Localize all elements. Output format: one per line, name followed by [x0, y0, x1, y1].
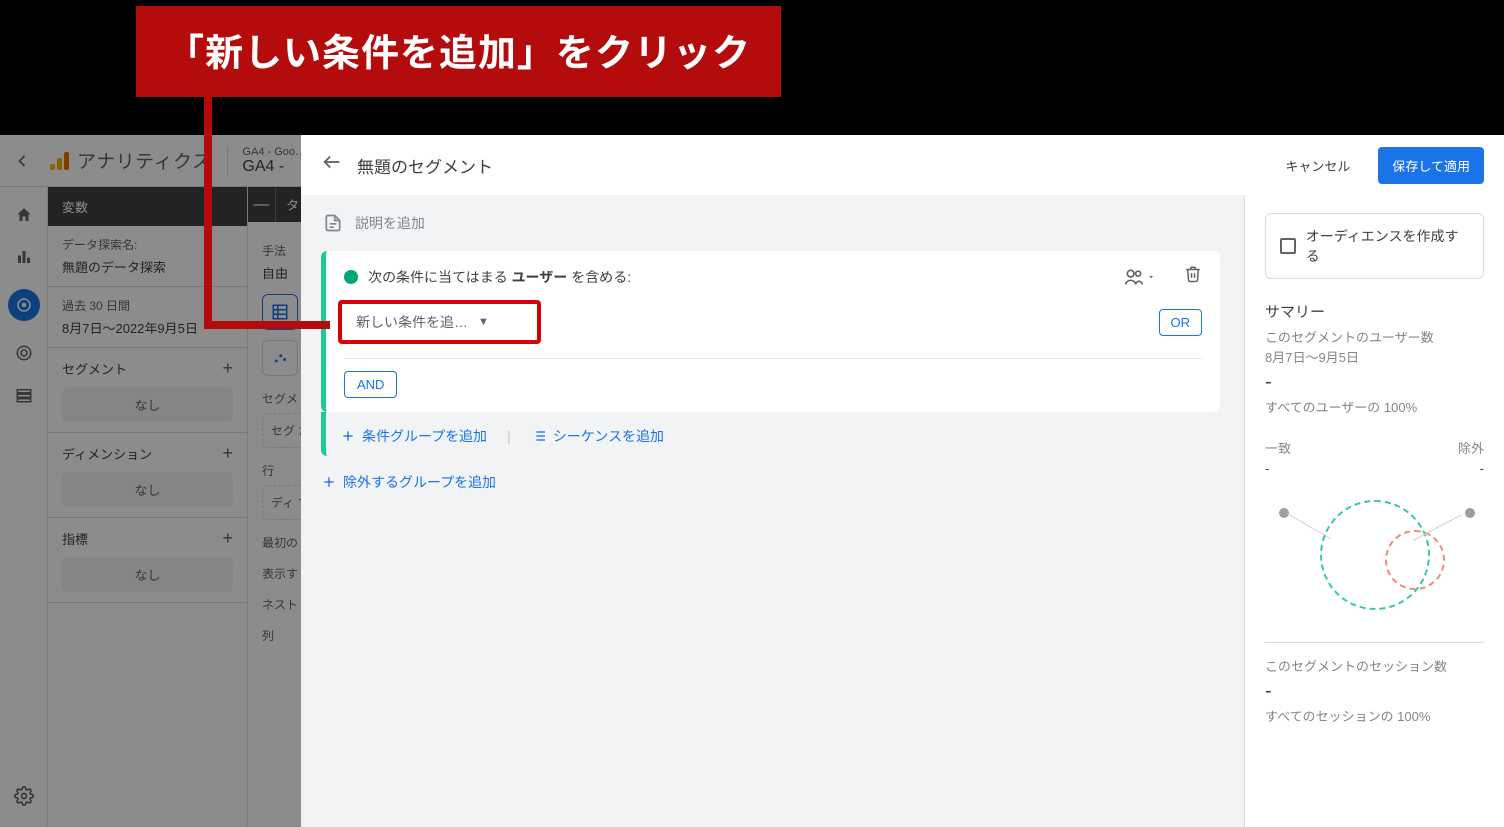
- dimensions-section: ディメンション+ なし: [48, 433, 247, 518]
- segment-builder-body: 説明を追加 次の条件に当てはまる ユーザー を含める:: [301, 195, 1244, 827]
- add-condition-highlight: 新しい条件を追… ▼: [338, 300, 541, 344]
- summary-users-label: このセグメントのユーザー数: [1265, 328, 1484, 348]
- include-label: 次の条件に当てはまる ユーザー を含める:: [368, 267, 631, 287]
- cancel-button[interactable]: キャンセル: [1285, 156, 1350, 175]
- home-icon[interactable]: [14, 205, 34, 225]
- delete-group-icon[interactable]: [1184, 265, 1202, 288]
- back-arrow-icon[interactable]: [321, 151, 343, 179]
- add-condition-dropdown[interactable]: 新しい条件を追… ▼: [356, 312, 489, 332]
- add-condition-group-link[interactable]: 条件グループを追加: [340, 426, 487, 446]
- condition-row: 新しい条件を追… ▼ OR: [344, 300, 1202, 359]
- chevron-down-icon: [1146, 272, 1156, 282]
- variables-header: 変数: [48, 187, 247, 226]
- sequence-icon: [531, 428, 547, 444]
- plus-icon: [340, 428, 356, 444]
- add-exclude-group-link[interactable]: 除外するグループを追加: [321, 472, 496, 492]
- modal-header: 無題のセグメント キャンセル 保存して適用: [301, 135, 1504, 195]
- advertising-icon[interactable]: [14, 343, 34, 363]
- explore-icon[interactable]: [8, 289, 40, 321]
- app-brand: アナリティクス: [77, 147, 211, 174]
- summary-sessions-label: このセグメントのセッション数: [1265, 657, 1484, 677]
- date-range-box[interactable]: 過去 30 日間 8月7日～2022年9月5日: [48, 287, 247, 348]
- add-metric-icon[interactable]: +: [222, 528, 233, 549]
- add-segment-icon[interactable]: +: [222, 358, 233, 379]
- configure-icon[interactable]: [14, 385, 34, 405]
- segment-title[interactable]: 無題のセグメント: [357, 153, 1271, 178]
- chevron-down-icon: ▼: [478, 316, 489, 328]
- description-input[interactable]: 説明を追加: [323, 213, 1220, 233]
- include-group: 次の条件に当てはまる ユーザー を含める:: [321, 251, 1220, 412]
- callout-connector: [204, 80, 212, 325]
- summary-venn-chart: [1265, 480, 1484, 630]
- segments-section: セグメント+ なし: [48, 348, 247, 433]
- property-breadcrumb[interactable]: GA4 - Goo… GA4 -: [227, 146, 306, 176]
- collapse-icon[interactable]: —: [248, 188, 276, 222]
- and-button[interactable]: AND: [344, 371, 397, 398]
- crumb-line2: GA4 -: [242, 158, 306, 176]
- nav-back-icon[interactable]: [0, 151, 44, 171]
- scope-dropdown[interactable]: [1124, 267, 1156, 287]
- plus-icon: [321, 474, 337, 490]
- left-rail: [0, 187, 48, 827]
- dimensions-none: なし: [62, 472, 233, 507]
- or-button[interactable]: OR: [1159, 309, 1203, 336]
- exploration-name-box[interactable]: データ探索名: 無題のデータ探索: [48, 226, 247, 287]
- summary-panel: オーディエンスを作成する サマリー このセグメントのユーザー数 8月7日～9月5…: [1244, 195, 1504, 827]
- create-audience-checkbox[interactable]: オーディエンスを作成する: [1265, 213, 1484, 279]
- save-apply-button[interactable]: 保存して適用: [1378, 147, 1484, 184]
- segment-builder-modal: 無題のセグメント キャンセル 保存して適用 説明を追加 次の条件に当てはまる ユ…: [301, 135, 1504, 827]
- include-indicator-icon: [344, 270, 358, 284]
- summary-title: サマリー: [1265, 301, 1484, 322]
- crumb-line1: GA4 - Goo…: [242, 146, 306, 158]
- callout-connector: [204, 321, 330, 329]
- reports-icon[interactable]: [14, 247, 34, 267]
- variables-panel: 変数 データ探索名: 無題のデータ探索 過去 30 日間 8月7日～2022年9…: [48, 187, 248, 827]
- summary-all-users: すべてのユーザーの 100%: [1265, 398, 1484, 418]
- checkbox-icon: [1280, 238, 1296, 254]
- add-dimension-icon[interactable]: +: [222, 443, 233, 464]
- summary-sessions-value: -: [1265, 680, 1484, 703]
- document-icon: [323, 213, 343, 233]
- add-actions-row: 条件グループを追加 | シーケンスを追加: [321, 412, 1220, 456]
- summary-range: 8月7日～9月5日: [1265, 348, 1484, 368]
- summary-users-value: -: [1265, 371, 1484, 394]
- viz-scatter-icon[interactable]: [262, 340, 298, 376]
- add-sequence-link[interactable]: シーケンスを追加: [531, 426, 664, 446]
- summary-all-sessions: すべてのセッションの 100%: [1265, 707, 1484, 727]
- settings-icon[interactable]: [14, 786, 34, 811]
- metrics-section: 指標+ なし: [48, 518, 247, 603]
- ga-logo-icon: [50, 152, 69, 170]
- instruction-callout: 「新しい条件を追加」をクリック: [136, 6, 781, 97]
- metrics-none: なし: [62, 557, 233, 592]
- segments-none: なし: [62, 387, 233, 422]
- summary-match-row: 一致 除外: [1265, 438, 1484, 457]
